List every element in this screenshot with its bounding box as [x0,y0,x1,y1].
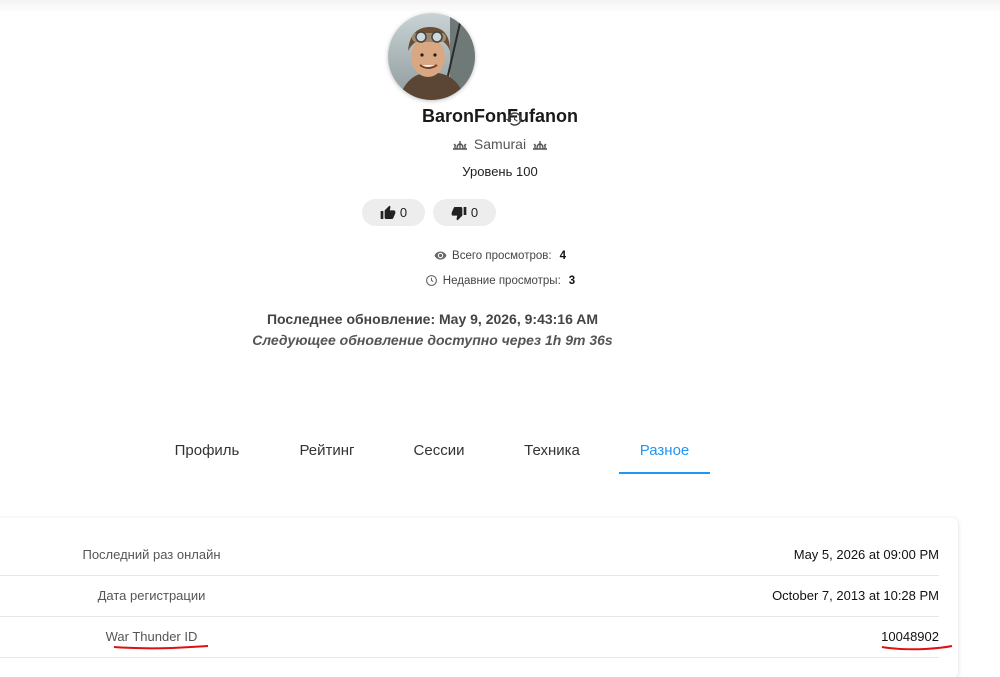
username-text: BaronFonFufanon [422,106,578,126]
war-thunder-id-label: War Thunder ID [105,629,198,644]
last-online-label: Последний раз онлайн [82,547,221,562]
total-views-label: Всего просмотров: [452,249,552,262]
dislike-count: 0 [470,205,479,220]
avatar [388,13,475,100]
history-icon[interactable] [505,110,523,128]
thumbs-up-icon [380,205,396,219]
recent-views-row: Недавние просмотры: 3 [0,274,1000,287]
player-level: Уровень 100 [462,164,538,179]
tab-vehicles[interactable]: Техника [506,436,598,472]
tab-sessions[interactable]: Сессии [393,436,485,472]
last-update: Последнее обновление: May 9, 2026, 9:43:… [266,311,599,327]
like-button[interactable]: 0 [362,199,425,226]
clock-icon [425,275,437,286]
profile-tabs: Профиль Рейтинг Сессии Техника Разное [0,436,1000,474]
samurai-ornament-icon [452,141,467,150]
war-thunder-id-row: War Thunder ID 10048902 [0,617,939,658]
tab-rating[interactable]: Рейтинг [281,436,373,472]
tab-profile[interactable]: Профиль [160,436,254,472]
war-thunder-id-value: 10048902 [881,629,939,644]
avatar-image [388,13,475,100]
registration-date-value: October 7, 2013 at 10:28 PM [772,588,939,603]
recent-views-value: 3 [568,274,576,287]
username: BaronFonFufanon [0,106,1000,127]
profile-page: BaronFonFufanon Samurai Уровень 100 0 0 [0,0,1000,677]
total-views-value: 4 [559,249,566,262]
like-count: 0 [399,205,408,220]
total-views-row: Всего просмотров: 4 [0,249,1000,262]
eye-icon [434,251,447,260]
last-online-value: May 5, 2026 at 09:00 PM [793,547,939,562]
samurai-ornament-icon [533,141,548,150]
next-update: Следующее обновление доступно через 1h 9… [252,332,613,348]
recent-views-label: Недавние просмотры: [442,274,561,287]
thumbs-down-icon [451,206,467,220]
last-online-row: Последний раз онлайн May 5, 2026 at 09:0… [0,535,939,576]
player-title: Samurai [473,136,527,152]
misc-info-card: Последний раз онлайн May 5, 2026 at 09:0… [0,518,958,677]
registration-date-row: Дата регистрации October 7, 2013 at 10:2… [0,576,939,617]
player-title-row: Samurai [0,136,1000,152]
registration-date-label: Дата регистрации [97,588,206,603]
dislike-button[interactable]: 0 [433,199,496,226]
tab-misc[interactable]: Разное [619,436,710,474]
